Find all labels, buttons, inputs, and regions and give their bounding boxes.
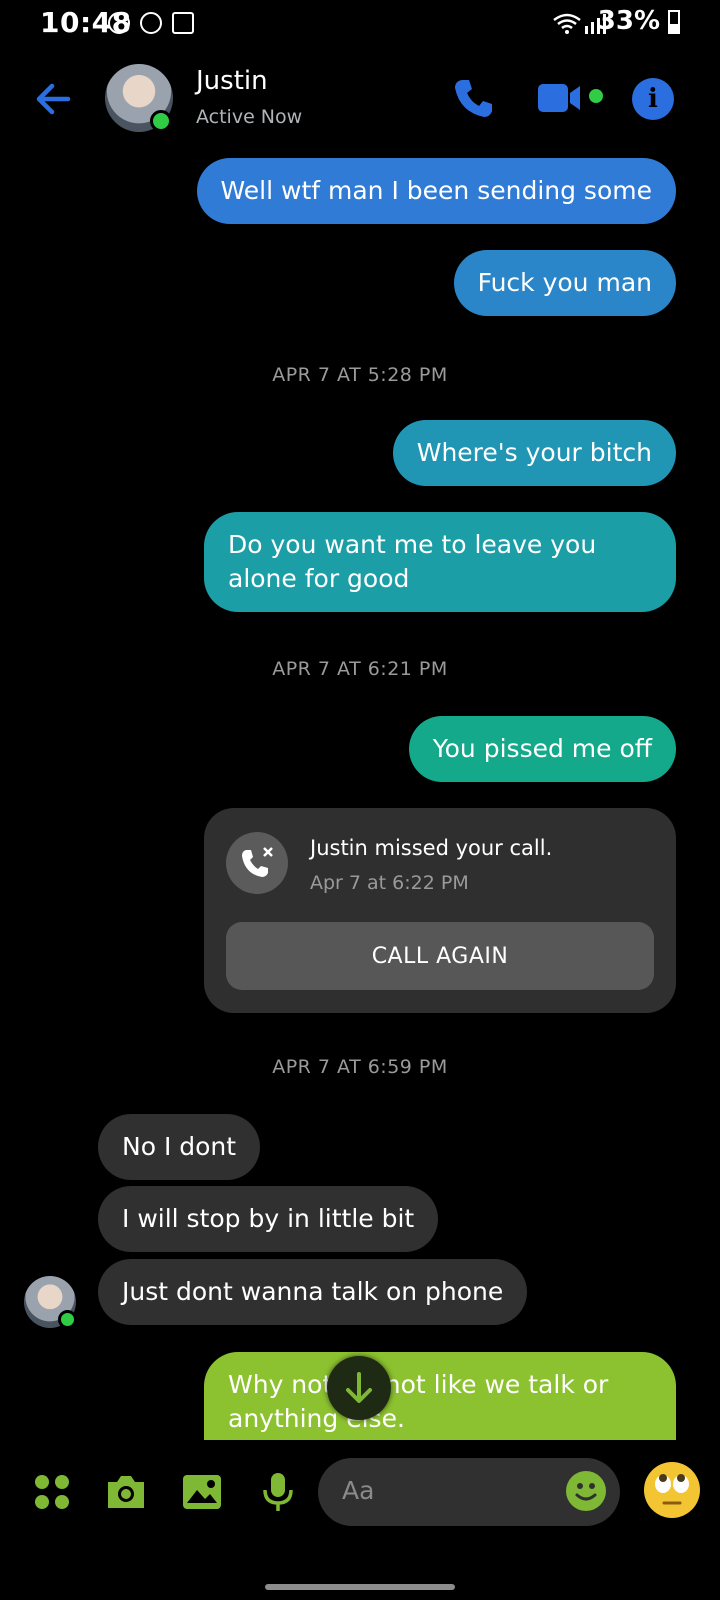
status-notification-icons bbox=[108, 12, 194, 34]
message-input-placeholder: Aa bbox=[342, 1476, 375, 1505]
home-indicator[interactable] bbox=[265, 1584, 455, 1590]
missed-call-icon bbox=[226, 832, 288, 894]
image-icon[interactable] bbox=[180, 1470, 224, 1514]
emoji-icon[interactable] bbox=[566, 1471, 606, 1511]
menu-dots-icon[interactable] bbox=[30, 1470, 74, 1514]
messenger-notification-icon bbox=[108, 12, 130, 34]
video-camera-icon[interactable] bbox=[538, 80, 608, 116]
camera-icon[interactable] bbox=[104, 1470, 148, 1514]
message-input[interactable]: Aa bbox=[318, 1458, 620, 1526]
message-outgoing[interactable]: Well wtf man I been sending some bbox=[196, 158, 676, 224]
conversation-header: Justin Active Now i bbox=[0, 52, 720, 144]
message-incoming[interactable]: No I dont bbox=[98, 1114, 261, 1180]
timestamp: APR 7 AT 5:28 PM bbox=[272, 364, 448, 386]
microphone-icon[interactable] bbox=[256, 1470, 300, 1514]
timestamp: APR 7 AT 6:59 PM bbox=[272, 1056, 448, 1078]
arrow-down-icon bbox=[346, 1372, 372, 1403]
phone-icon[interactable] bbox=[452, 76, 496, 120]
active-status-dot bbox=[58, 1310, 77, 1329]
wifi-icon bbox=[553, 13, 581, 34]
message-outgoing[interactable]: Why not it's not like we talk or anythin… bbox=[204, 1352, 676, 1440]
scroll-to-bottom-button[interactable] bbox=[327, 1356, 391, 1420]
message-outgoing[interactable]: Do you want me to leave you alone for go… bbox=[204, 512, 676, 612]
contact-status: Active Now bbox=[196, 106, 303, 128]
message-incoming[interactable]: I will stop by in little bit bbox=[98, 1186, 439, 1252]
message-outgoing[interactable]: You pissed me off bbox=[408, 716, 676, 782]
missed-call-title: Justin missed your call. bbox=[310, 836, 553, 860]
battery-percent: 33% bbox=[597, 6, 660, 36]
messenger-outline-notification-icon bbox=[140, 12, 162, 34]
info-icon[interactable]: i bbox=[632, 78, 674, 120]
eye-roll-emoji-icon[interactable] bbox=[644, 1462, 700, 1518]
contact-name[interactable]: Justin bbox=[196, 66, 268, 96]
call-again-button[interactable]: CALL AGAIN bbox=[226, 922, 654, 990]
message-composer: Aa bbox=[0, 1440, 720, 1550]
back-arrow-icon[interactable] bbox=[30, 76, 76, 122]
active-status-dot bbox=[150, 110, 172, 132]
timestamp: APR 7 AT 6:21 PM bbox=[272, 658, 448, 680]
status-bar: 10:48 33% bbox=[0, 0, 720, 46]
missed-call-time: Apr 7 at 6:22 PM bbox=[310, 872, 469, 894]
missed-call-card: Justin missed your call. Apr 7 at 6:22 P… bbox=[204, 808, 676, 1013]
message-outgoing[interactable]: Where's your bitch bbox=[392, 420, 676, 486]
message-incoming[interactable]: Just dont wanna talk on phone bbox=[98, 1259, 528, 1325]
battery-icon bbox=[668, 10, 680, 34]
message-outgoing[interactable]: Fuck you man bbox=[453, 250, 676, 316]
image-notification-icon bbox=[172, 12, 194, 34]
